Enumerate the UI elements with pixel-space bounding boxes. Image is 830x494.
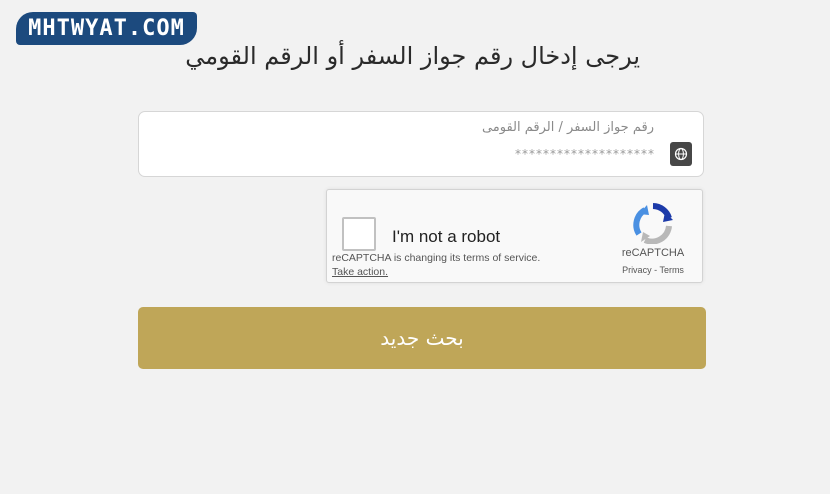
passport-field-label: رقم جواز السفر / الرقم القومى: [481, 120, 654, 135]
passport-field[interactable]: رقم جواز السفر / الرقم القومى: [138, 111, 704, 177]
site-logo: MHTWYAT.COM: [16, 12, 197, 45]
recaptcha-widget: I'm not a robot reCAPTCHA is changing it…: [326, 189, 703, 283]
recaptcha-checkbox-label: I'm not a robot: [392, 227, 501, 246]
recaptcha-links: Privacy - Terms: [613, 265, 693, 275]
recaptcha-brand: reCAPTCHA: [621, 247, 685, 259]
new-search-button[interactable]: بحث جديد: [138, 307, 706, 369]
privacy-link[interactable]: Privacy: [622, 265, 652, 275]
take-action-link[interactable]: Take action.: [332, 266, 388, 278]
page-title: يرجى إدخال رقم جواز السفر أو الرقم القوم…: [185, 42, 640, 70]
recaptcha-checkbox[interactable]: [342, 217, 376, 251]
passport-input[interactable]: [355, 147, 655, 161]
terms-link[interactable]: Terms: [659, 265, 684, 275]
recaptcha-notice: reCAPTCHA is changing its terms of servi…: [332, 252, 541, 264]
links-separator: -: [654, 265, 658, 275]
recaptcha-logo-icon: [633, 203, 673, 244]
globe-icon: [670, 142, 692, 166]
